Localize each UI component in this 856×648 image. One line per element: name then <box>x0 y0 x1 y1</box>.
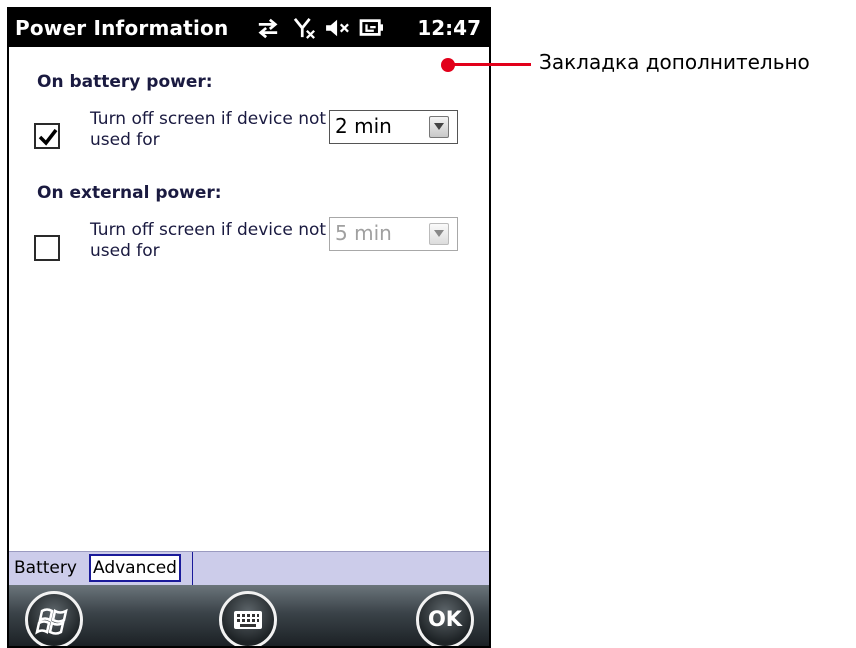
keyboard-icon <box>234 611 262 629</box>
windows-start-icon <box>35 608 68 635</box>
battery-power-heading: On battery power: <box>37 72 213 92</box>
clock: 12:47 <box>417 16 481 40</box>
tab-battery[interactable]: Battery <box>11 554 80 582</box>
annotation-leader-line <box>451 63 531 66</box>
keyboard-button[interactable] <box>219 591 277 646</box>
external-screen-off-label: Turn off screen if device not used for <box>90 220 327 261</box>
connectivity-icon[interactable] <box>255 17 281 39</box>
tab-bar: Battery Advanced <box>9 551 489 585</box>
chevron-down-icon[interactable] <box>429 223 449 245</box>
battery-timeout-dropdown[interactable]: 2 min <box>329 110 458 144</box>
no-signal-icon[interactable] <box>292 17 318 39</box>
external-screen-off-checkbox[interactable] <box>34 235 60 261</box>
device-screen: Power Information 12:47 On battery power… <box>7 7 491 648</box>
speaker-muted-icon[interactable] <box>323 17 353 39</box>
ok-button[interactable]: OK <box>416 591 474 646</box>
battery-charging-icon[interactable] <box>358 17 386 39</box>
start-button[interactable] <box>25 591 83 646</box>
softkey-bar: OK <box>9 585 489 646</box>
battery-timeout-value: 2 min <box>335 114 392 138</box>
chevron-down-icon[interactable] <box>429 116 449 138</box>
annotation-text: Закладка дополнительно <box>539 50 810 74</box>
tab-divider <box>192 552 193 585</box>
battery-screen-off-checkbox[interactable] <box>34 123 60 149</box>
ok-label: OK <box>427 607 463 631</box>
tab-advanced[interactable]: Advanced <box>89 554 181 582</box>
app-title: Power Information <box>15 16 229 40</box>
checkmark-icon <box>38 128 58 146</box>
battery-screen-off-label: Turn off screen if device not used for <box>90 109 327 150</box>
external-power-heading: On external power: <box>37 183 222 203</box>
external-timeout-value: 5 min <box>335 221 392 245</box>
title-bar: Power Information 12:47 <box>9 9 489 47</box>
external-timeout-dropdown[interactable]: 5 min <box>329 217 458 251</box>
